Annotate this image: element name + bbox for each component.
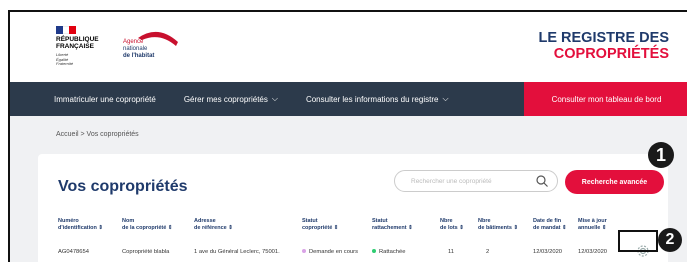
french-flag-logo: [56, 26, 77, 34]
col-header-address[interactable]: Adresse de référence ⇕: [194, 218, 233, 231]
cell-name: Copropriété blabla: [122, 249, 170, 255]
col-header-status[interactable]: Statut copropriété ⇕: [302, 218, 338, 231]
col-header-attach[interactable]: Statut rattachement ⇕: [372, 218, 413, 231]
nav-immatriculer[interactable]: Immatriculer une copropriété: [10, 82, 170, 116]
main-nav: Immatriculer une copropriété Gérer mes c…: [10, 82, 687, 116]
table-row[interactable]: AG0478654 Copropriété blabla 1 ave du Gé…: [38, 245, 668, 260]
cell-attach: Rattachée: [372, 249, 405, 255]
col-header-end-date[interactable]: Date de fin de mandat ⇕: [533, 218, 567, 231]
registre-logo[interactable]: LE REGISTRE DES COPROPRIÉTÉS: [538, 30, 669, 62]
col-header-lots[interactable]: Nbre de lots ⇕: [440, 218, 464, 231]
republic-motto: Liberté Égalité Fraternité: [56, 52, 74, 66]
anah-label: Agence nationale de l'habitat: [123, 39, 155, 59]
site-header: RÉPUBLIQUE FRANÇAISE Liberté Égalité Fra…: [10, 12, 687, 72]
search-placeholder: Rechercher une copropriété: [411, 178, 492, 185]
search-input[interactable]: Rechercher une copropriété: [394, 170, 558, 192]
chevron-down-icon: ⌵: [271, 94, 278, 103]
chevron-down-icon: ⌵: [442, 94, 449, 103]
nav-consulter-registre[interactable]: Consulter les informations du registre ⌵: [292, 82, 463, 116]
callout-marker-1: 1: [648, 142, 674, 168]
search-icon[interactable]: [535, 174, 549, 188]
callout-marker-2: 2: [658, 228, 682, 252]
cell-update: 12/03/2020: [578, 249, 608, 255]
cell-id: AG0478654: [58, 249, 89, 255]
cell-buildings: 2: [486, 249, 490, 255]
status-pending-dot: [302, 249, 306, 254]
nav-gerer-coproprietes[interactable]: Gérer mes copropriétés ⌵: [170, 82, 292, 116]
dashboard-button[interactable]: Consulter mon tableau de bord: [524, 82, 687, 116]
col-header-name[interactable]: Nom de la copropriété ⇕: [122, 218, 172, 231]
cell-end-date: 12/03/2020: [533, 249, 563, 255]
highlight-box-gear: [618, 230, 658, 252]
coproprietes-card: Vos copropriétés Rechercher une copropri…: [38, 154, 668, 262]
status-attached-dot: [372, 249, 376, 254]
cell-address: 1 ave du Général Leclerc, 75001.: [194, 249, 280, 255]
advanced-search-button[interactable]: Recherche avancée: [565, 170, 664, 194]
page-title: Vos copropriétés: [58, 178, 188, 195]
col-header-id[interactable]: Numéro d'identification ⇕: [58, 218, 103, 231]
table-header: Numéro d'identification ⇕ Nom de la coprop…: [38, 218, 668, 238]
cell-status: Demande en cours: [302, 249, 358, 255]
col-header-update[interactable]: Mise à jour annuelle ⇕: [578, 218, 607, 231]
cell-lots: 11: [448, 249, 455, 255]
content-area: Accueil > Vos copropriétés Vos coproprié…: [10, 116, 687, 262]
app-window: RÉPUBLIQUE FRANÇAISE Liberté Égalité Fra…: [8, 10, 687, 262]
col-header-buildings[interactable]: Nbre de bâtiments ⇕: [478, 218, 518, 231]
breadcrumb[interactable]: Accueil > Vos copropriétés: [56, 131, 139, 138]
republique-francaise-label: RÉPUBLIQUE FRANÇAISE: [56, 36, 99, 50]
